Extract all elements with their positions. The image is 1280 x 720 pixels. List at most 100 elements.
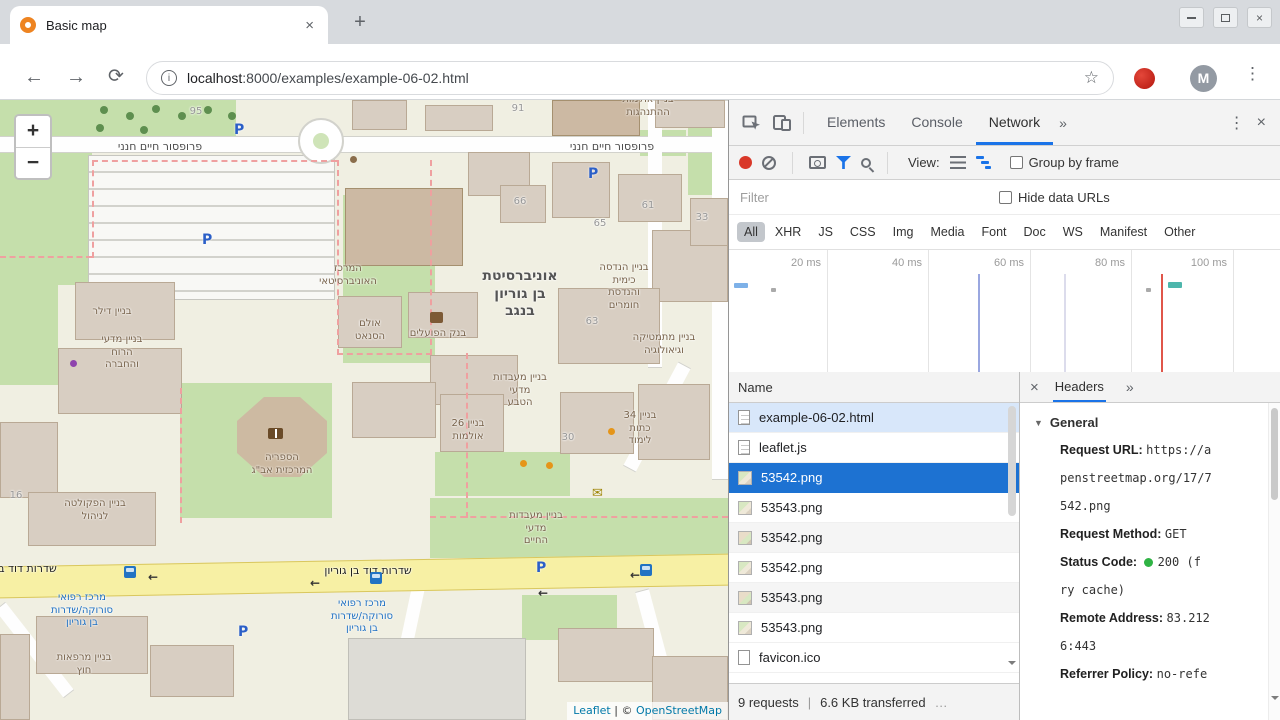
filter-funnel-icon[interactable] [836,156,851,169]
request-row[interactable]: favicon.ico [729,643,1019,673]
timeline-gridline [928,250,929,372]
capture-screenshots-icon[interactable] [809,156,826,169]
resource-filter-media[interactable]: Media [923,222,971,242]
minimize-button[interactable] [1179,7,1204,28]
map-green-area [435,452,570,496]
request-count: 9 requests [738,695,799,710]
resource-filter-font[interactable]: Font [975,222,1014,242]
more-detail-tabs-icon[interactable]: » [1126,379,1134,395]
resource-filter-img[interactable]: Img [886,222,921,242]
devtools-menu-kebab-icon[interactable]: ⋮ [1229,113,1245,133]
file-icon [738,591,752,605]
divider [803,112,804,134]
request-row[interactable]: 53543.png [729,613,1019,643]
maximize-button[interactable] [1213,7,1238,28]
record-button[interactable] [739,156,752,169]
devtools-tab-elements[interactable]: Elements [814,100,898,145]
request-row[interactable]: leaflet.js [729,433,1019,463]
resource-filter-ws[interactable]: WS [1056,222,1090,242]
network-overview[interactable]: 20 ms40 ms60 ms80 ms100 ms [729,250,1280,373]
map-footpath [337,353,432,355]
devtools-tab-network[interactable]: Network [976,100,1053,145]
resource-filter-all[interactable]: All [737,222,765,242]
overview-bar [1168,282,1182,288]
dot-orange-icon [546,462,553,469]
network-toolbar: View: Group by frame [729,146,1280,180]
leaflet-link[interactable]: Leaflet [573,704,610,717]
browser-menu-kebab-icon[interactable]: ⋮ [1244,64,1261,84]
search-icon[interactable] [861,158,871,168]
extension-icon[interactable] [1134,68,1155,89]
browser-tab[interactable]: Basic map × [10,6,328,44]
resource-filter-js[interactable]: JS [811,222,840,242]
request-list-scrollbar[interactable] [1005,403,1019,673]
zoom-in-button[interactable]: + [16,116,50,147]
address-bar[interactable]: i localhost:8000/examples/example-06-02.… [146,61,1114,95]
group-by-frame-checkbox[interactable] [1010,156,1023,169]
timeline-gridline [827,250,828,372]
resource-filter-other[interactable]: Other [1157,222,1202,242]
hide-data-urls-checkbox[interactable] [999,191,1012,204]
resource-filter-doc[interactable]: Doc [1017,222,1053,242]
map-footpath [337,160,339,355]
map-footpath [180,388,182,523]
forward-button[interactable]: → [66,66,86,89]
map-label: אולם הסנאט [355,318,385,343]
osm-link[interactable]: OpenStreetMap [636,704,722,717]
bookmark-star-icon[interactable]: ☆ [1084,68,1099,88]
group-by-frame-label: Group by frame [1029,155,1119,170]
arrow-icon: ← [538,586,548,600]
inspect-element-icon[interactable] [737,108,767,138]
waterfall-view-icon[interactable] [976,156,992,169]
resource-filter-xhr[interactable]: XHR [768,222,808,242]
map-label: הספריה המרכזית אב"ג [252,452,313,477]
more-tabs-icon[interactable]: » [1059,115,1067,131]
list-view-icon[interactable] [950,156,966,169]
request-row[interactable]: 53543.png [729,493,1019,523]
resource-filter-css[interactable]: CSS [843,222,883,242]
devtools-tab-console[interactable]: Console [898,100,975,145]
timeline-tick-label: 20 ms [733,257,821,269]
tab-headers[interactable]: Headers [1053,372,1106,402]
close-details-icon[interactable]: × [1030,379,1039,396]
map-building [348,638,526,720]
file-icon [738,531,752,545]
scrollbar-thumb[interactable] [1008,406,1016,516]
scroll-down-icon[interactable] [1008,661,1016,669]
map-green-area [88,100,236,140]
scroll-down-icon[interactable] [1271,696,1279,704]
request-row[interactable]: 53543.png [729,583,1019,613]
request-row[interactable]: 53542.png [729,463,1019,493]
resource-filter-manifest[interactable]: Manifest [1093,222,1154,242]
map-building [0,634,30,720]
tab-close-icon[interactable]: × [301,17,318,34]
name-column-header[interactable]: Name [729,372,1019,403]
zoom-out-button[interactable]: − [16,147,50,178]
request-row[interactable]: 53542.png [729,523,1019,553]
details-scrollbar[interactable] [1268,403,1280,720]
general-section-header[interactable]: ▼General [1020,403,1269,436]
back-button[interactable]: ← [24,66,44,89]
map-canvas[interactable]: + − Leaflet | © OpenStreetMap פרופסור חי… [0,100,728,720]
map-label: 33 [696,212,709,225]
request-row[interactable]: 53542.png [729,553,1019,583]
new-tab-button[interactable]: + [346,9,374,37]
reload-button[interactable]: ⟳ [108,65,124,88]
headers-content: ▼General Request URL: https://a penstree… [1020,403,1269,720]
page-info-icon[interactable]: i [161,70,177,86]
request-row[interactable]: example-06-02.html [729,403,1019,433]
clear-button[interactable] [762,156,776,170]
url-path: :8000/examples/example-06-02.html [242,70,468,86]
header-field-label: Request URL: [1060,443,1143,457]
filter-input[interactable] [738,189,977,206]
map-label: בניין מרפאות חוץ [57,652,112,677]
minimize-icon [1187,17,1196,19]
device-toolbar-icon[interactable] [767,108,797,138]
profile-avatar[interactable]: M [1190,65,1217,92]
window-close-button[interactable]: × [1247,7,1272,28]
devtools-close-icon[interactable]: × [1257,114,1266,132]
map-building [352,382,436,438]
map-label: פרופסור חיים חנני [570,140,654,154]
tree-icon [126,112,134,120]
scrollbar-thumb[interactable] [1271,408,1278,500]
